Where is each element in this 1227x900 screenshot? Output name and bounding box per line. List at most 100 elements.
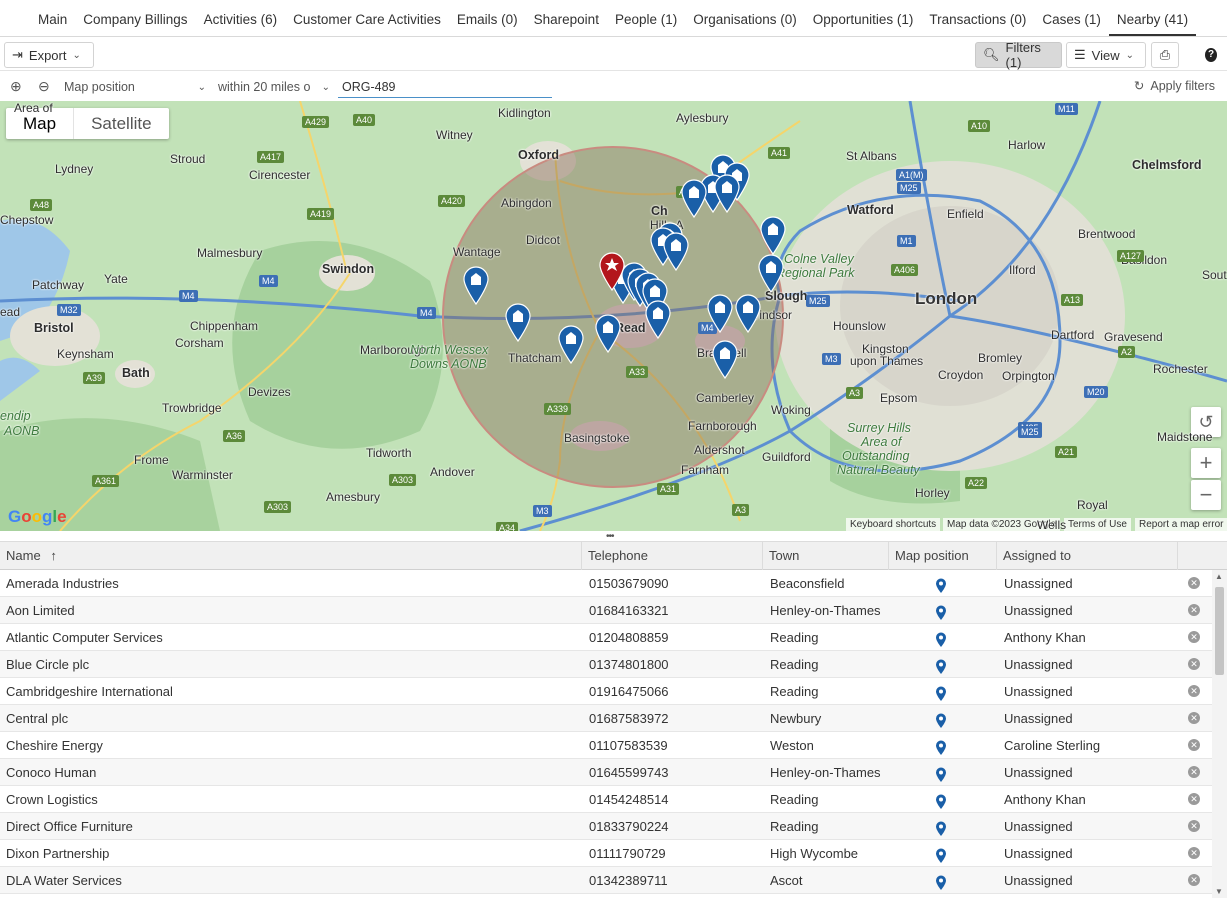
map-view[interactable]: Map Satellite ↺ + − Google Keyboard shor… xyxy=(0,101,1227,531)
zoom-in-icon[interactable]: ⊕ xyxy=(10,78,22,95)
table-row[interactable]: Atlantic Computer Services 01204808859 Rea… xyxy=(0,624,1212,651)
tab-sharepoint[interactable]: Sharepoint xyxy=(526,12,607,36)
filter-field-select[interactable]: Map position ⌄ xyxy=(64,77,206,97)
apply-filters-label: Apply filters xyxy=(1150,78,1215,93)
road-marker: A40 xyxy=(353,114,376,126)
vertical-scrollbar[interactable]: ▲ ▼ xyxy=(1212,570,1227,898)
scroll-down-icon[interactable]: ▼ xyxy=(1215,887,1223,896)
keyboard-shortcuts-link[interactable]: Keyboard shortcuts xyxy=(846,518,941,531)
tab-activities-6[interactable]: Activities (6) xyxy=(196,12,286,36)
remove-row-icon[interactable]: ✕ xyxy=(1188,631,1200,643)
zoom-in-button[interactable]: + xyxy=(1191,448,1221,478)
sort-ascending-icon: ↑ xyxy=(50,548,57,563)
filter-value-input[interactable] xyxy=(338,76,552,98)
report-map-error-link[interactable]: Report a map error xyxy=(1135,518,1227,531)
organisation-map-pin[interactable] xyxy=(734,293,762,334)
zoom-out-icon[interactable]: ⊖ xyxy=(38,78,50,95)
column-header-town[interactable]: Town xyxy=(763,542,889,570)
tab-transactions-0[interactable]: Transactions (0) xyxy=(921,12,1034,36)
organisation-map-pin[interactable] xyxy=(662,231,690,272)
organisation-map-pin[interactable] xyxy=(462,265,490,306)
remove-row-icon[interactable]: ✕ xyxy=(1188,739,1200,751)
road-marker: A39 xyxy=(83,372,106,384)
tab-cases-1[interactable]: Cases (1) xyxy=(1034,12,1109,36)
table-row[interactable]: Cheshire Energy 01107583539 Weston Caroline… xyxy=(0,732,1212,759)
remove-row-icon[interactable]: ✕ xyxy=(1188,604,1200,616)
table-row[interactable]: Dixon Partnership 01111790729 High Wycombe… xyxy=(0,840,1212,867)
organisation-map-pin[interactable] xyxy=(644,299,672,340)
remove-row-icon[interactable]: ✕ xyxy=(1188,658,1200,670)
table-row[interactable]: Amerada Industries 01503679090 Beaconsfiel… xyxy=(0,570,1212,597)
tab-emails-0[interactable]: Emails (0) xyxy=(449,12,526,36)
map-place-label: upon Thames xyxy=(850,354,924,368)
organisation-map-pin[interactable] xyxy=(594,313,622,354)
table-row[interactable]: Crown Logistics 01454248514 Reading Anthony… xyxy=(0,786,1212,813)
tab-customer-care-activities[interactable]: Customer Care Activities xyxy=(285,12,449,36)
table-row[interactable]: DLA Water Services 01342389711 Ascot Unassi… xyxy=(0,867,1212,894)
table-row[interactable]: Conoco Human 01645599743 Henley-on-Thames U… xyxy=(0,759,1212,786)
organisation-map-pin[interactable] xyxy=(713,173,741,214)
remove-row-icon[interactable]: ✕ xyxy=(1188,820,1200,832)
name-cell: Amerada Industries xyxy=(6,576,119,591)
road-marker: A127 xyxy=(1117,250,1145,262)
remove-row-icon[interactable]: ✕ xyxy=(1188,874,1200,886)
terms-of-use-link[interactable]: Terms of Use xyxy=(1064,518,1131,531)
tab-people-1[interactable]: People (1) xyxy=(607,12,685,36)
filter-distance-select[interactable]: within 20 miles o ⌄ xyxy=(218,77,330,97)
road-marker: A36 xyxy=(223,430,246,442)
organisation-map-pin[interactable] xyxy=(757,253,785,294)
organisation-map-pin[interactable] xyxy=(557,324,585,365)
table-row[interactable]: Direct Office Furniture 01833790224 Readin… xyxy=(0,813,1212,840)
road-marker: M1 xyxy=(897,235,916,247)
table-row[interactable]: Cambridgeshire International 01916475066 R… xyxy=(0,678,1212,705)
remove-row-icon[interactable]: ✕ xyxy=(1188,685,1200,697)
assigned-to-cell: Unassigned xyxy=(1004,576,1073,591)
column-header-assigned-to[interactable]: Assigned to xyxy=(997,542,1178,570)
help-button[interactable]: ? xyxy=(1198,42,1224,68)
zoom-out-button[interactable]: − xyxy=(1191,480,1221,510)
map-place-label: Chepstow xyxy=(0,213,54,227)
map-place-label: Royal xyxy=(1077,498,1108,512)
telephone-cell: 01454248514 xyxy=(589,792,669,807)
tab-company-billings[interactable]: Company Billings xyxy=(75,12,195,36)
map-type-satellite-button[interactable]: Satellite xyxy=(74,108,168,139)
column-header-name[interactable]: Name ↑ xyxy=(0,542,582,570)
organisation-map-pin[interactable] xyxy=(504,302,532,343)
google-logo: Google xyxy=(8,507,67,527)
map-place-label: Amesbury xyxy=(326,490,381,504)
filters-button[interactable]: 🔍︎ Filters (1) xyxy=(975,40,1062,70)
view-button[interactable]: ☰ View ⌄ xyxy=(1066,42,1146,68)
column-header-map-position[interactable]: Map position xyxy=(889,542,997,570)
scrollbar-thumb[interactable] xyxy=(1215,587,1224,675)
apply-filters-button[interactable]: ↻ Apply filters xyxy=(1134,78,1215,94)
organisation-map-pin[interactable] xyxy=(759,215,787,256)
road-marker: A361 xyxy=(92,475,120,487)
table-row[interactable]: Blue Circle plc 01374801800 Reading Unassig… xyxy=(0,651,1212,678)
name-cell: Conoco Human xyxy=(6,765,97,780)
assigned-to-cell: Unassigned xyxy=(1004,846,1073,861)
tab-opportunities-1[interactable]: Opportunities (1) xyxy=(805,12,922,36)
remove-row-icon[interactable]: ✕ xyxy=(1188,712,1200,724)
tab-nearby-41[interactable]: Nearby (41) xyxy=(1108,12,1197,36)
remove-row-icon[interactable]: ✕ xyxy=(1188,766,1200,778)
map-place-label: Didcot xyxy=(526,233,561,247)
remove-row-icon[interactable]: ✕ xyxy=(1188,793,1200,805)
table-row[interactable]: Aon Limited 01684163321 Henley-on-Thames Un… xyxy=(0,597,1212,624)
print-button[interactable]: ⎙ xyxy=(1151,42,1179,68)
table-row[interactable]: Central plc 01687583972 Newbury Unassigned ✕ xyxy=(0,705,1212,732)
organisation-map-pin[interactable] xyxy=(711,339,739,380)
tab-organisations-0[interactable]: Organisations (0) xyxy=(685,12,805,36)
organisation-map-pin[interactable] xyxy=(680,178,708,219)
map-position-icon[interactable] xyxy=(935,873,947,900)
column-header-telephone[interactable]: Telephone xyxy=(582,542,763,570)
remove-row-icon[interactable]: ✕ xyxy=(1188,577,1200,589)
tab-main[interactable]: Main xyxy=(30,12,75,36)
map-place-label: Devizes xyxy=(248,385,291,399)
scroll-up-icon[interactable]: ▲ xyxy=(1215,572,1223,581)
road-marker: A339 xyxy=(544,403,572,415)
remove-row-icon[interactable]: ✕ xyxy=(1188,847,1200,859)
map-place-label: Sout xyxy=(1202,268,1227,282)
assigned-to-cell: Unassigned xyxy=(1004,765,1073,780)
organisation-map-pin[interactable] xyxy=(706,293,734,334)
export-button[interactable]: ⇥ Export ⌄ xyxy=(4,42,94,68)
